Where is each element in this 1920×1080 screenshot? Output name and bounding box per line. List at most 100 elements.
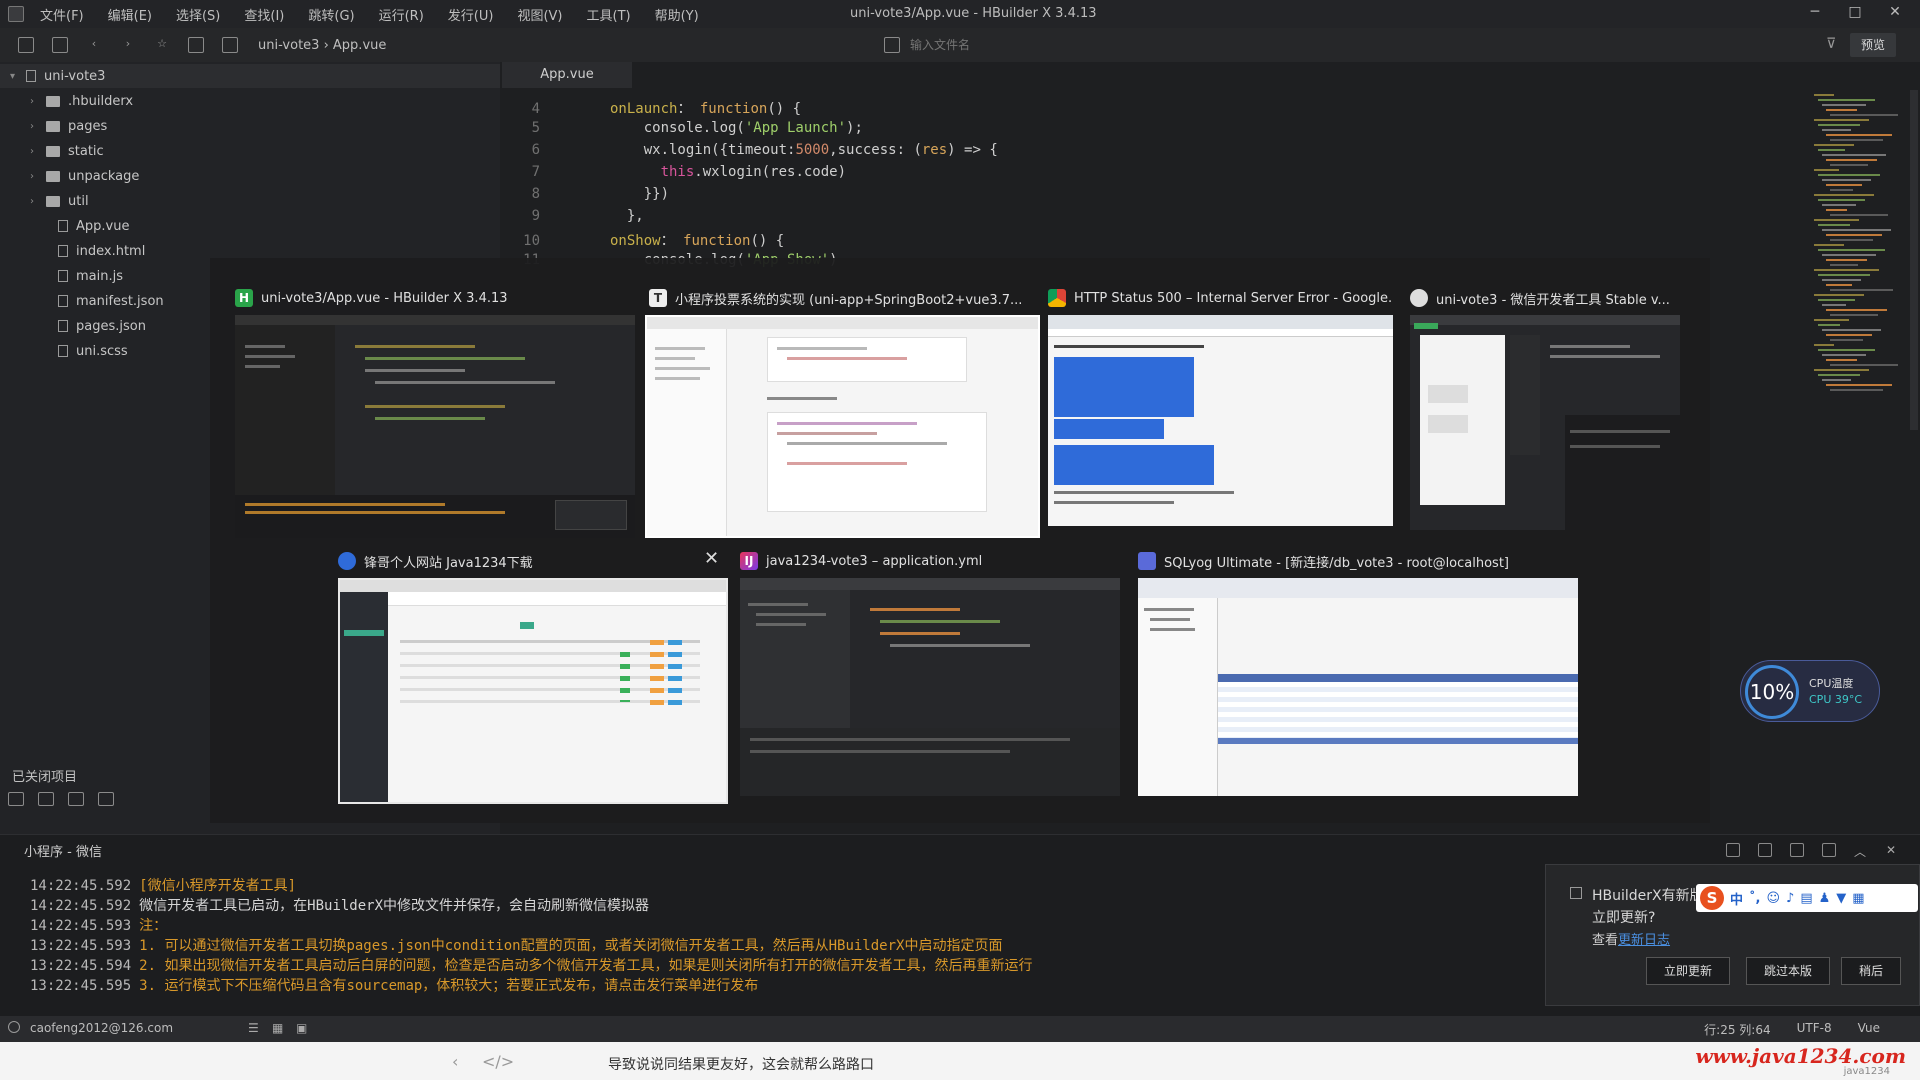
clear-icon[interactable] [1790,843,1804,857]
line-number: 6 [531,142,540,158]
menu-goto[interactable]: 跳转(G) [300,5,362,24]
sqlyog-icon [1138,552,1156,570]
status-position[interactable]: 行:25 列:64 [1704,1021,1770,1038]
ime-skin-icon[interactable]: ▼ [1836,891,1846,906]
minimap-line [1830,314,1878,316]
tree-item-pages[interactable]: › pages [0,114,500,138]
menu-edit[interactable]: 编辑(E) [100,5,160,24]
menu-help[interactable]: 帮助(Y) [647,5,707,24]
ime-punct-icon[interactable]: ˚, [1749,891,1760,906]
menu-find[interactable]: 查找(I) [236,5,292,24]
switcher-window-chrome[interactable]: HTTP Status 500 – Internal Server Error … [1048,283,1393,538]
tree-item-static[interactable]: › static [0,139,500,163]
info-icon [1570,887,1582,899]
folder-open-icon[interactable] [8,792,24,806]
ime-chinese-icon[interactable]: 中 [1730,889,1743,908]
back-icon[interactable]: ‹ [86,37,102,53]
minimap-line [1822,204,1856,206]
ime-emoji-icon[interactable]: ☺ [1766,891,1780,906]
console-timestamp: 13:22:45.593 [30,938,132,954]
code-line[interactable]: 6 wx.login({timeout:5000,success: (res) … [500,142,998,164]
watermark: www.java1234.com [1695,1044,1906,1068]
restore-icon[interactable] [1822,843,1836,857]
ime-user-icon[interactable]: ♟ [1819,891,1831,906]
tree-item-util[interactable]: › util [0,189,500,213]
status-user[interactable]: caofeng2012@126.com [30,1021,173,1035]
chevron-left-icon[interactable]: ‹ [452,1052,458,1071]
minimap-line [1814,144,1854,146]
settings-icon[interactable] [98,792,114,806]
save-icon[interactable] [52,37,68,53]
close-window-icon[interactable]: ✕ [704,548,719,569]
status-encoding[interactable]: UTF-8 [1797,1021,1832,1038]
skip-version-button[interactable]: 跳过本版 [1746,957,1830,985]
menu-file[interactable]: 文件(F) [32,5,92,24]
code-line[interactable]: 8 }}) [500,186,669,208]
later-button[interactable]: 稍后 [1841,957,1901,985]
intellij-icon: IJ [740,552,758,570]
code-icon[interactable]: </> [482,1052,514,1071]
code-minimap[interactable] [1810,90,1910,430]
switcher-window-intellij[interactable]: IJ java1234-vote3 – application.yml [740,546,1120,804]
changelog-link[interactable]: 更新日志 [1618,933,1670,948]
forward-icon[interactable]: › [120,37,136,53]
editor-scrollbar[interactable] [1910,90,1918,430]
switcher-window-sqlyog[interactable]: SQLyog Ultimate - [新连接/db_vote3 - root@l… [1138,546,1578,804]
document-app-icon: T [649,289,667,307]
code-line[interactable]: 10 onShow： function() { [500,230,784,252]
switcher-window-hbuilder[interactable]: Huni-vote3/App.vue - HBuilder X 3.4.13 [235,283,635,538]
run-icon[interactable] [188,37,204,53]
menu-select[interactable]: 选择(S) [168,5,228,24]
minimize-icon[interactable]: ─ [1800,4,1830,24]
tree-item-hbuilderx[interactable]: › .hbuilderx [0,89,500,113]
ime-toolbar[interactable]: S 中 ˚, ☺ ♪ ▤ ♟ ▼ ▦ [1696,884,1918,912]
refresh-icon[interactable] [38,792,54,806]
minimap-line [1818,149,1845,151]
switcher-window-docs[interactable]: T 小程序投票系统的实现 (uni-app+SpringBoot2+vue3.7.… [645,283,1040,538]
ime-keyboard-icon[interactable]: ▤ [1800,891,1812,906]
hbuilder-icon: H [235,289,253,307]
preview-button[interactable]: 预览 [1850,33,1896,57]
menu-tools[interactable]: 工具(T) [579,5,639,24]
status-lang[interactable]: Vue [1858,1021,1880,1038]
stop-icon[interactable] [1758,843,1772,857]
code-line[interactable]: 4 onLaunch： function() { [500,98,801,120]
folder-icon [46,145,60,157]
grid-icon[interactable]: ▦ [272,1021,283,1035]
breadcrumb[interactable]: uni-vote3 › App.vue [258,38,386,53]
file-search-input[interactable] [910,34,1510,56]
update-now-button[interactable]: 立即更新 [1646,957,1730,985]
minimap-line [1830,189,1853,191]
tab-app-vue[interactable]: App.vue [502,62,632,88]
device-icon[interactable]: ▣ [296,1021,307,1035]
ime-menu-icon[interactable]: ▦ [1852,891,1864,906]
minimap-line [1830,339,1863,341]
filter-icon[interactable]: ⊽ [1826,36,1836,52]
tree-item-app-vue[interactable]: App.vue [0,214,500,238]
code-token: ); [846,120,863,136]
cpu-monitor-badge[interactable]: 10% CPU温度 CPU 39°C [1740,660,1880,722]
switcher-window-java1234[interactable]: 锋哥个人网站 Java1234下载 ✕ [338,546,728,804]
code-line[interactable]: 5 console.log('App Launch'); [500,120,863,142]
new-file-icon[interactable] [18,37,34,53]
terminal-icon[interactable] [68,792,84,806]
menu-view[interactable]: 视图(V) [509,5,570,24]
code-line[interactable]: 7 this.wxlogin(res.code) [500,164,846,186]
tree-root-uni-vote3[interactable]: ▾ uni-vote3 [0,64,500,88]
export-icon[interactable] [1726,843,1740,857]
close-panel-icon[interactable]: ✕ [1886,843,1900,857]
switcher-window-wechat-devtools[interactable]: uni-vote3 - 微信开发者工具 Stable v... [1410,283,1680,538]
menu-run[interactable]: 运行(R) [371,5,432,24]
list-icon[interactable]: ☰ [248,1021,259,1035]
maximize-icon[interactable]: □ [1840,4,1870,24]
collapse-icon[interactable]: ︿ [1854,843,1868,859]
ime-voice-icon[interactable]: ♪ [1786,891,1794,906]
star-icon[interactable]: ☆ [154,37,170,53]
close-icon[interactable]: ✕ [1880,4,1910,24]
minimap-line [1814,94,1834,96]
code-line[interactable]: 9 }, [500,208,644,230]
tree-item-unpackage[interactable]: › unpackage [0,164,500,188]
chevron-right-icon: › [30,95,34,107]
closed-projects[interactable]: 已关闭项目 [12,766,77,785]
menu-publish[interactable]: 发行(U) [440,5,502,24]
